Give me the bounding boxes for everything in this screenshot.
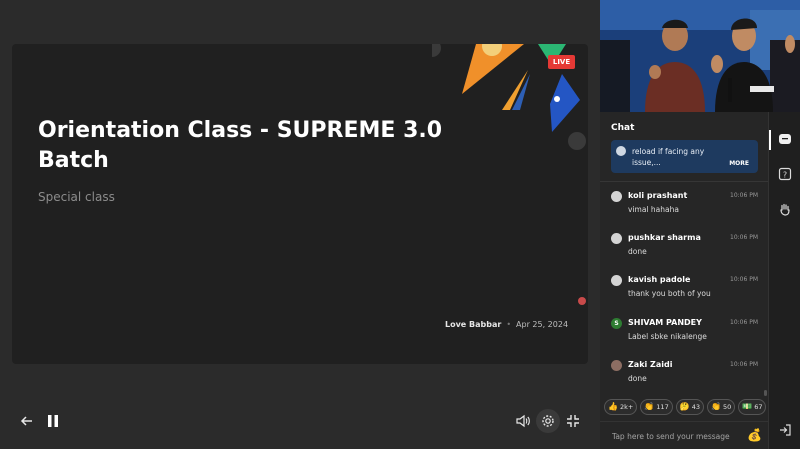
- message-user: kavish padole: [628, 275, 691, 284]
- svg-text:?: ?: [783, 171, 787, 180]
- chat-message: S SHIVAM PANDEY 10:06 PM Label sbke nika…: [611, 316, 761, 350]
- avatar: [611, 191, 622, 202]
- message-time: 10:06 PM: [730, 234, 758, 241]
- chat-icon[interactable]: [776, 131, 794, 149]
- avatar: [611, 233, 622, 244]
- slide-title: Orientation Class - SUPREME 3.0 Batch: [38, 118, 443, 173]
- message-time: 10:06 PM: [730, 319, 758, 326]
- reaction-clap[interactable]: 👏 117: [640, 399, 673, 415]
- reaction-thumbs-up[interactable]: 👍 2k+: [604, 399, 638, 415]
- message-input[interactable]: Tap here to send your message: [612, 432, 730, 441]
- reaction-thinking[interactable]: 🤔 43: [675, 399, 704, 415]
- side-icon-rail: ?: [768, 112, 800, 449]
- clap-icon: 👏: [710, 402, 721, 411]
- reaction-bar: 👍 2k+ 👏 117 🤔 43 👏 50 💵 67: [604, 399, 768, 417]
- slide: [12, 44, 588, 364]
- reaction-count: 2k+: [619, 403, 634, 411]
- chat-message: Zaki Zaidi 10:06 PM done: [611, 358, 761, 392]
- minimize-icon[interactable]: [562, 410, 584, 432]
- raise-hand-icon[interactable]: [776, 200, 794, 218]
- chat-message: pushkar sharma 10:06 PM done: [611, 231, 761, 265]
- avatar: [616, 146, 626, 156]
- clap-icon: 👏: [644, 402, 655, 411]
- slide-meta: Love Babbar • Apr 25, 2024: [445, 320, 568, 329]
- question-icon[interactable]: ?: [776, 165, 794, 183]
- chat-heading: Chat: [611, 123, 635, 133]
- avatar: S: [611, 318, 622, 329]
- player-controls: [0, 406, 600, 436]
- volume-icon[interactable]: [512, 410, 534, 432]
- avatar: [611, 360, 622, 371]
- divider: [600, 181, 768, 182]
- slide-subtitle: Special class: [38, 190, 115, 204]
- side-panel: Chat reload if facing any issue,... MORE…: [600, 0, 800, 449]
- separator-dot: •: [506, 320, 512, 329]
- chat-message: kavish padole 10:06 PM thank you both of…: [611, 273, 761, 307]
- pause-icon[interactable]: [42, 410, 64, 432]
- app-root: LIVE Orientation Class - SUPREME 3.0 Bat…: [0, 0, 800, 449]
- money-bag-icon[interactable]: 💰: [747, 428, 762, 442]
- message-user: Zaki Zaidi: [628, 360, 673, 369]
- back-arrow-icon[interactable]: [16, 410, 38, 432]
- message-text: done: [628, 247, 647, 256]
- message-user: pushkar sharma: [628, 233, 701, 242]
- money-icon: 💵: [742, 402, 753, 411]
- video-player[interactable]: LIVE Orientation Class - SUPREME 3.0 Bat…: [0, 0, 600, 449]
- more-button[interactable]: MORE: [729, 160, 749, 167]
- message-time: 10:06 PM: [730, 192, 758, 199]
- live-badge: LIVE: [548, 55, 575, 69]
- instructor-video[interactable]: [600, 0, 800, 112]
- message-time: 10:06 PM: [730, 361, 758, 368]
- message-composer[interactable]: Tap here to send your message 💰: [600, 421, 768, 449]
- recording-indicator: [578, 297, 586, 305]
- reaction-clap-2[interactable]: 👏 50: [706, 399, 736, 415]
- thinking-icon: 🤔: [679, 402, 690, 411]
- message-time: 10:06 PM: [730, 276, 758, 283]
- pinned-text: reload if facing any issue,...: [632, 147, 705, 167]
- message-user: SHIVAM PANDEY: [628, 318, 702, 327]
- message-text: thank you both of you: [628, 289, 711, 298]
- chat-message: koli prashant 10:06 PM vimal hahaha: [611, 189, 761, 223]
- reaction-count: 43: [691, 403, 700, 411]
- message-user: koli prashant: [628, 191, 688, 200]
- reaction-count: 117: [656, 403, 669, 411]
- reaction-money[interactable]: 💵 67: [738, 399, 767, 415]
- reaction-count: 50: [722, 403, 732, 411]
- logout-icon[interactable]: [776, 421, 794, 439]
- avatar: [611, 275, 622, 286]
- pinned-message[interactable]: reload if facing any issue,... MORE: [611, 140, 758, 173]
- active-indicator: [769, 130, 771, 150]
- message-text: done: [628, 374, 647, 383]
- slide-author: Love Babbar: [445, 320, 502, 329]
- gear-icon[interactable]: [536, 409, 560, 433]
- thumbs-up-icon: 👍: [608, 402, 618, 411]
- message-text: vimal hahaha: [628, 205, 679, 214]
- slide-date: Apr 25, 2024: [516, 320, 569, 329]
- reaction-count: 67: [754, 403, 763, 411]
- chat-panel: Chat reload if facing any issue,... MORE…: [600, 112, 768, 449]
- scrollbar[interactable]: [764, 390, 767, 396]
- decor-dot: [568, 132, 586, 150]
- message-text: Label sbke nikalenge: [628, 332, 707, 341]
